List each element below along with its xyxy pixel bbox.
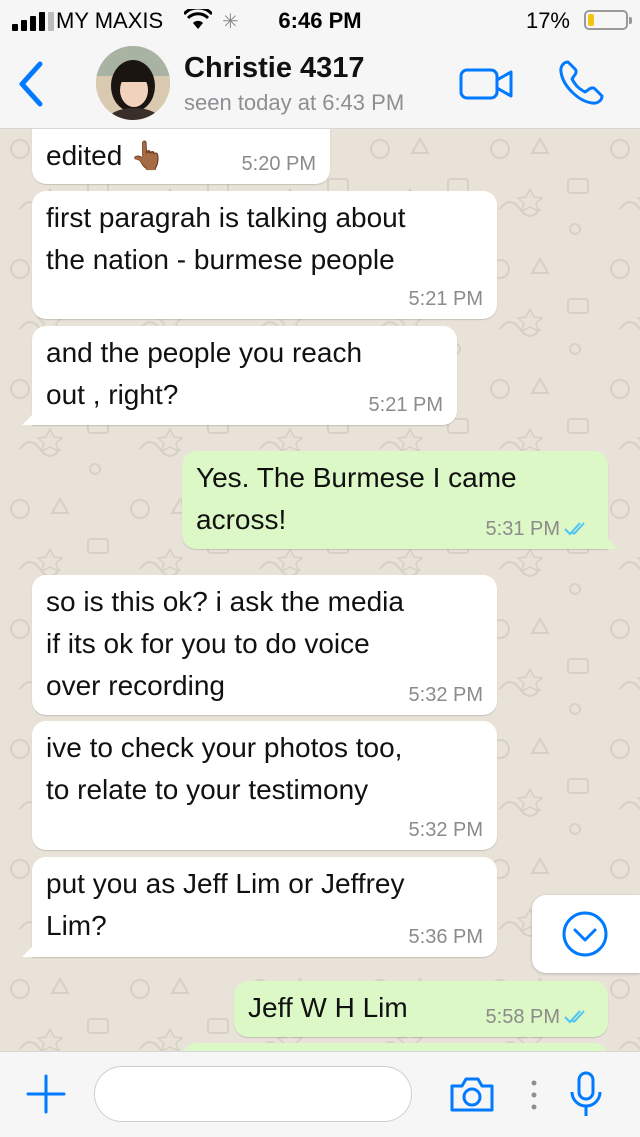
message-bubble-outgoing[interactable]: Jeff W H Lim 5:58 PM (234, 981, 608, 1037)
message-bubble-outgoing[interactable]: Yes. The Burmese I came across! 5:31 PM (182, 451, 618, 549)
read-receipt-icon (564, 522, 585, 536)
video-call-icon[interactable] (458, 66, 514, 102)
input-bar (0, 1051, 640, 1137)
message-time: 5:32 PM (408, 684, 483, 706)
phone-call-icon[interactable] (556, 58, 606, 108)
battery-percent: 17% (525, 8, 570, 33)
message-bubble-incoming[interactable]: edited 👆🏾 5:20 PM (32, 129, 330, 184)
last-seen-status: seen today at 6:43 PM (184, 90, 405, 115)
chat-header: Christie 4317 seen today at 6:43 PM (0, 40, 640, 129)
message-text: put you as Jeff Lim or Jeffrey Lim? (46, 868, 405, 941)
more-dots-icon[interactable] (530, 1078, 538, 1112)
read-receipt-icon (564, 1010, 585, 1024)
message-time: 5:31 PM (485, 518, 560, 540)
message-text: ive to check your photos too, to relate … (46, 732, 403, 805)
message-text: and the people you reach out , right? (46, 337, 363, 410)
microphone-icon[interactable] (568, 1070, 604, 1120)
message-time: 5:20 PM (241, 153, 316, 175)
message-bubble-incoming[interactable]: and the people you reach out , right? 5:… (22, 326, 457, 425)
avatar[interactable] (96, 46, 170, 120)
message-input[interactable] (94, 1066, 412, 1122)
message-time: 5:58 PM (485, 1006, 560, 1028)
message-bubble-incoming[interactable]: ive to check your photos too, to relate … (32, 721, 497, 850)
message-time: 5:21 PM (408, 288, 483, 310)
message-bubble-incoming[interactable]: so is this ok? i ask the media if its ok… (32, 575, 497, 715)
back-chevron-icon[interactable] (14, 60, 48, 108)
chat-area[interactable]: edited 👆🏾 5:20 PM first paragrah is talk… (0, 129, 640, 1051)
scroll-to-bottom-button[interactable] (532, 895, 640, 973)
message-text: edited 👆🏾 (46, 140, 165, 171)
message-text: so is this ok? i ask the media if its ok… (46, 586, 404, 701)
message-time: 5:32 PM (408, 819, 483, 841)
message-text: Yes. The Burmese I came across! (196, 462, 517, 535)
status-bar: MY MAXIS ✳ 6:46 PM 17% (0, 0, 640, 40)
message-bubble-incoming[interactable]: first paragrah is talking about the nati… (32, 191, 497, 319)
plus-icon[interactable] (24, 1072, 68, 1116)
contact-name[interactable]: Christie 4317 (184, 52, 365, 85)
chevron-down-circle-icon (562, 911, 608, 957)
message-bubble-incoming[interactable]: put you as Jeff Lim or Jeffrey Lim? 5:36… (22, 857, 497, 957)
message-bubble-outgoing-partial[interactable] (182, 1043, 608, 1051)
message-time: 5:21 PM (368, 394, 443, 416)
camera-icon[interactable] (448, 1074, 496, 1114)
message-time: 5:36 PM (408, 926, 483, 948)
message-text: first paragrah is talking about the nati… (46, 202, 406, 275)
battery-icon (584, 10, 632, 30)
message-text: Jeff W H Lim (248, 992, 408, 1023)
